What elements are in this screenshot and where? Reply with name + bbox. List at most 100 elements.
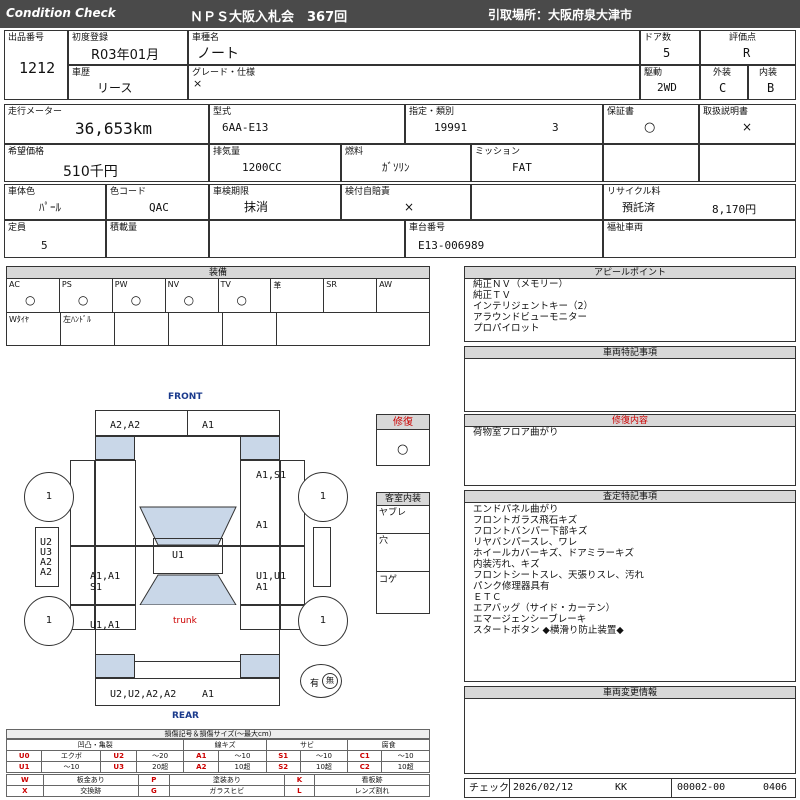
special-notes-panel: 車両特記事項 — [464, 346, 796, 412]
fuel-cell: 燃料 ｶﾞｿﾘﾝ — [341, 144, 471, 182]
tire-rear-left: 1 — [24, 596, 74, 646]
manual-cell: 取扱説明書 × — [699, 104, 796, 144]
doors-value: 5 — [663, 46, 671, 60]
legend-mark-cell: X — [6, 785, 44, 797]
repair-details-panel: 修復内容 荷物室フロア曲がり — [464, 414, 796, 486]
equipment-name: 左ﾊﾝﾄﾞﾙ — [63, 315, 91, 324]
equipment-name: NV — [167, 280, 180, 289]
lot-cell: 出品番号 1212 — [4, 30, 68, 100]
price-label: 希望価格 — [8, 147, 45, 157]
legend-title: 損傷記号＆損傷サイズ(〜最大cm) — [6, 729, 430, 739]
equipment-cell — [115, 313, 169, 346]
legend-mark-cell: レンズ割れ — [313, 785, 431, 797]
note-line: プロパイロット — [473, 323, 540, 334]
inspection-cell: 車検期限 抹消 — [209, 184, 341, 220]
legend-mark-cell: 交換跡 — [42, 785, 139, 797]
special-notes-title: 車両特記事項 — [465, 347, 795, 359]
legend-cell: 〜10 — [218, 750, 267, 762]
right-front-door-damage: A1 — [256, 520, 269, 531]
legend-mark-cell: W — [6, 774, 44, 786]
legend-cell: C2 — [347, 761, 383, 773]
manual-value: × — [742, 120, 753, 134]
equipment-mark: ○ — [183, 293, 195, 307]
front-bumper-right-damage: A1 — [202, 420, 215, 431]
recycle-label: リサイクル料 — [607, 187, 661, 197]
header-bar: Condition Check ＮＰＳ大阪入札会 367回 引取場所：大阪府泉大… — [0, 0, 800, 28]
price-value: 510千円 — [63, 164, 118, 180]
score-cell: 評価点 R — [700, 30, 796, 65]
inspection-notes-panel: 査定特記事項 エンドパネル曲がり フロントガラス飛石キズ フロントバンパー下部キズリ… — [464, 490, 796, 682]
legend-cell: U0 — [5, 750, 43, 762]
warranty-cell: 保証書 ○ — [603, 104, 699, 144]
note-line: 純正ＴＶ — [473, 290, 512, 301]
rear-bumper-right-damage: A1 — [202, 689, 215, 700]
doors-label: ドア数 — [644, 33, 672, 43]
color-code-cell: 色コード QAC — [106, 184, 209, 220]
note-line: アラウンドビューモニター — [473, 312, 588, 323]
note-line: インテリジェントキー（2） — [473, 301, 594, 312]
color-cell: 車体色 ﾊﾟｰﾙ — [4, 184, 106, 220]
exterior-label: 外装 — [713, 68, 732, 78]
condition-check-title: Condition Check — [6, 6, 116, 20]
equipment-cell: Wﾀｲﾔ — [7, 313, 61, 346]
pickup-location: 引取場所：大阪府泉大津市 — [488, 8, 633, 22]
equipment-name: Wﾀｲﾔ — [9, 315, 29, 324]
note-line: フロントガラス飛石キズ — [473, 515, 578, 526]
footer-code2: 0406 — [763, 782, 788, 793]
legend-cell: U1 — [5, 761, 43, 773]
fuel-value: ｶﾞｿﾘﾝ — [382, 161, 410, 174]
equipment-cell: PS ○ — [59, 279, 113, 313]
note-line: ＥＴＣ — [473, 592, 502, 603]
legend-mark-cell: 板金あり — [42, 774, 139, 786]
equipment-title: 装備 — [7, 267, 429, 279]
first-reg-cell: 初度登録 R03年01月 — [68, 30, 188, 65]
capacity-value: 5 — [41, 239, 48, 252]
cabin-title: 客室内装 — [377, 493, 429, 506]
insurance-value: × — [404, 200, 415, 214]
note-line: リヤバンパースレ、ワレ — [473, 537, 578, 548]
model-value: ノート — [197, 46, 239, 62]
odometer-cell: 走行メーター 36,653km — [4, 104, 209, 144]
roof-damage: U1 — [172, 550, 185, 561]
inspection-label: 車検期限 — [213, 187, 250, 197]
model-cell: 車種名 ノート — [188, 30, 640, 65]
cabin-panel: 客室内装 ヤブレ 穴 コゲ — [376, 492, 430, 614]
cabin-item-burn: コゲ — [379, 575, 398, 585]
displacement-cell: 排気量 1200CC — [209, 144, 341, 182]
equipment-cell: AW — [377, 279, 429, 313]
equipment-mark: ○ — [25, 293, 36, 307]
equipment-name: TV — [220, 280, 231, 289]
right-headlight — [240, 436, 280, 460]
left-rear-quarter-damage: U1,A1 — [90, 620, 121, 631]
note-line: 内装汚れ、キズ — [473, 559, 540, 570]
interior-value: B — [767, 81, 775, 95]
recycle-status: 預託済 — [622, 201, 655, 214]
right-taillight — [240, 654, 280, 678]
cabin-item-hole: 穴 — [379, 536, 389, 546]
inspection-notes-title: 査定特記事項 — [465, 491, 795, 503]
recycle-amount: 8,170円 — [712, 203, 757, 216]
front-label: FRONT — [168, 392, 203, 402]
repair-mark: ○ — [397, 442, 409, 457]
legend-marks-table: W 板金あり P 塗装あり K 看板跡 X 交換跡 G ガラスヒビ L レンズ割れ — [6, 774, 431, 797]
legend-header-rust: サビ — [265, 739, 349, 751]
left-glass-damage: U2 U3 A2 A2 — [40, 537, 53, 578]
legend-mark-cell: 塗装あり — [168, 774, 285, 786]
legend-header-scratch: 線キズ — [183, 739, 267, 751]
tire-front-right: 1 — [298, 472, 348, 522]
check-date: 2026/02/12 — [513, 782, 574, 793]
drive-label: 駆動 — [644, 68, 663, 78]
warranty-value: ○ — [644, 120, 656, 135]
exterior-cell: 外装 C — [700, 65, 748, 100]
legend-cell: 〜20 — [135, 750, 185, 762]
manual-label: 取扱説明書 — [703, 107, 749, 117]
equipment-name: PS — [61, 280, 72, 289]
changes-title: 車両変更情報 — [465, 687, 795, 699]
note-line: フロントシートスレ、天張りスレ、汚れ — [473, 570, 645, 581]
welfare-label: 福祉車両 — [607, 223, 644, 233]
fuel-label: 燃料 — [345, 147, 364, 157]
type-value: 6AA-E13 — [222, 121, 269, 134]
footer-code: 00002-00 — [677, 782, 726, 793]
appeal-title: アピールポイント — [465, 267, 795, 279]
note-line: エアバッグ（サイド・カーテン） — [473, 603, 616, 614]
